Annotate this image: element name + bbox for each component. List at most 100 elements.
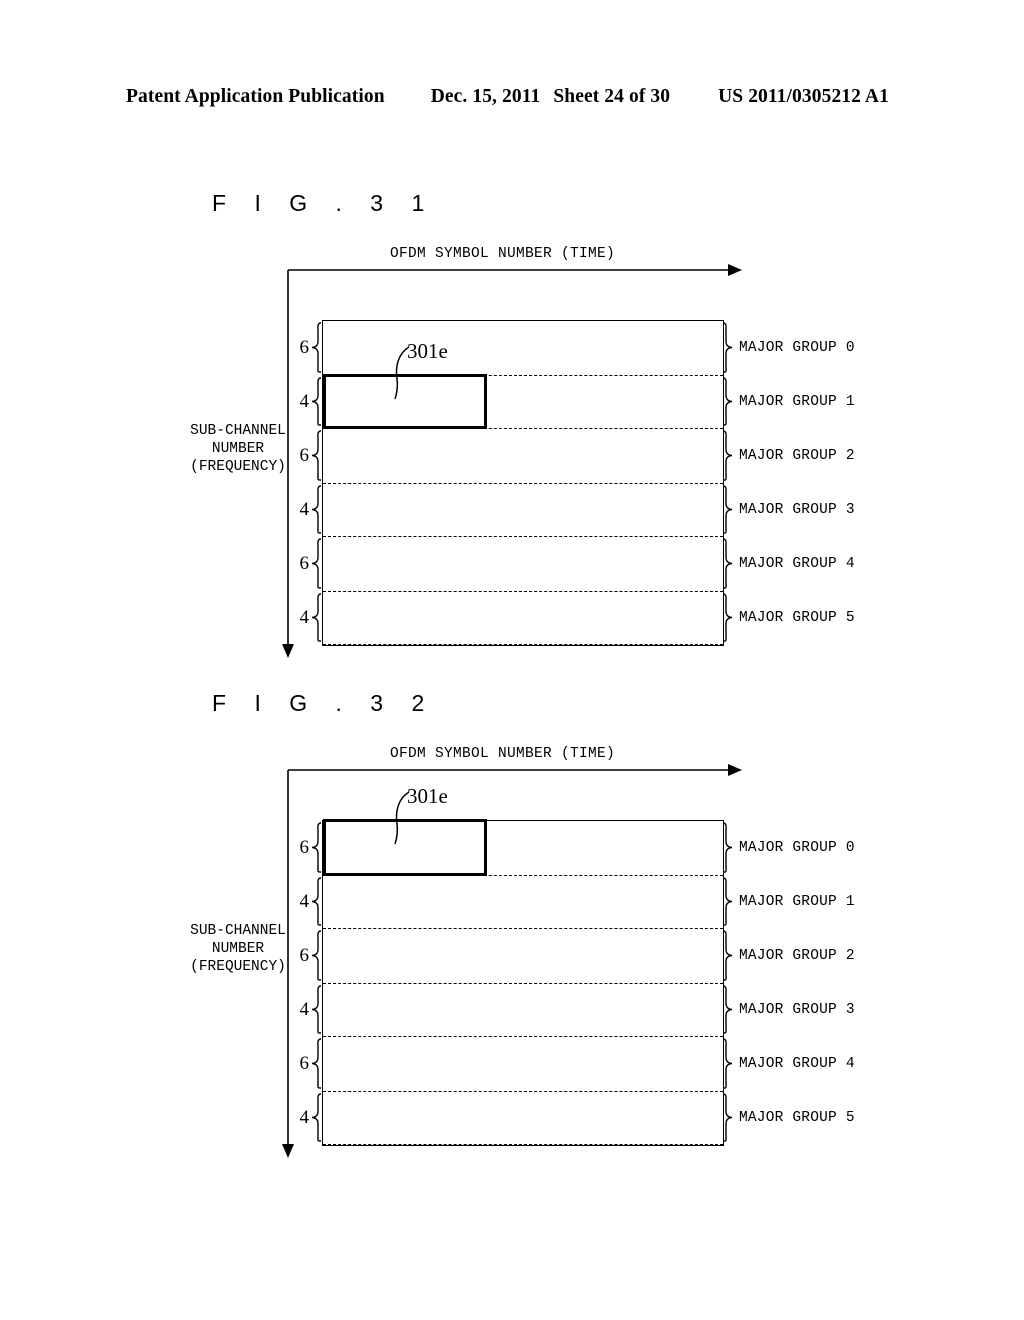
brace-left-icon bbox=[311, 322, 322, 373]
major-group-marker-0: MAJOR GROUP 0 bbox=[722, 320, 952, 375]
subchannel-count-4: 6 bbox=[278, 1036, 322, 1091]
subchannel-count-value: 6 bbox=[299, 444, 310, 466]
subchannel-count-2: 6 bbox=[278, 428, 322, 483]
brace-right-icon bbox=[722, 930, 733, 981]
major-group-marker-2: MAJOR GROUP 2 bbox=[722, 928, 952, 983]
brace-left-icon bbox=[311, 430, 322, 481]
brace-right-icon bbox=[722, 877, 733, 926]
publication-header: Patent Application Publication Dec. 15, … bbox=[126, 86, 906, 108]
grid-row-major-group-1 bbox=[323, 876, 723, 929]
subchannel-count-value: 6 bbox=[299, 944, 310, 966]
brace-left-icon bbox=[311, 930, 322, 981]
subchannel-count-0: 6 bbox=[278, 820, 322, 875]
y-axis-line-1: SUB-CHANNEL bbox=[190, 423, 286, 439]
figure-31-grid bbox=[322, 320, 724, 646]
major-group-label-1: MAJOR GROUP 1 bbox=[739, 893, 855, 910]
subchannel-count-0: 6 bbox=[278, 320, 322, 375]
publication-date: Dec. 15, 2011 bbox=[430, 86, 541, 107]
major-group-label-4: MAJOR GROUP 4 bbox=[739, 1055, 855, 1072]
callout-leader-line bbox=[394, 346, 410, 400]
brace-right-icon bbox=[722, 822, 733, 873]
subchannel-count-value: 6 bbox=[299, 836, 310, 858]
major-group-label-0: MAJOR GROUP 0 bbox=[739, 339, 855, 356]
subchannel-count-value: 4 bbox=[299, 498, 310, 520]
brace-right-icon bbox=[722, 322, 733, 373]
y-axis-line-2: NUMBER bbox=[211, 941, 265, 957]
major-group-label-2: MAJOR GROUP 2 bbox=[739, 947, 855, 964]
brace-right-icon bbox=[722, 1038, 733, 1089]
subchannel-count-value: 4 bbox=[299, 390, 310, 412]
subchannel-count-1: 4 bbox=[278, 875, 322, 928]
figure-31-grid-wrap: 6 4 6 4 6 4 MAJOR GROUP 0 MAJOR GROUP 1 MAJOR G… bbox=[300, 320, 855, 646]
figure-31-y-axis-label: SUB-CHANNEL NUMBER (FREQUENCY) bbox=[186, 422, 290, 476]
brace-right-icon bbox=[722, 593, 733, 642]
brace-right-icon bbox=[722, 538, 733, 589]
major-group-marker-4: MAJOR GROUP 4 bbox=[722, 1036, 952, 1091]
major-group-label-5: MAJOR GROUP 5 bbox=[739, 609, 855, 626]
major-group-label-3: MAJOR GROUP 3 bbox=[739, 501, 855, 518]
major-group-marker-2: MAJOR GROUP 2 bbox=[722, 428, 952, 483]
major-group-marker-3: MAJOR GROUP 3 bbox=[722, 483, 952, 536]
subchannel-count-4: 6 bbox=[278, 536, 322, 591]
figure-32-title: F I G . 3 2 bbox=[212, 690, 436, 716]
brace-left-icon bbox=[311, 822, 322, 873]
brace-left-icon bbox=[311, 593, 322, 642]
major-group-marker-1: MAJOR GROUP 1 bbox=[722, 875, 952, 928]
major-group-label-5: MAJOR GROUP 5 bbox=[739, 1109, 855, 1126]
grid-row-major-group-3 bbox=[323, 484, 723, 537]
brace-left-icon bbox=[311, 1093, 322, 1142]
grid-row-major-group-5 bbox=[323, 592, 723, 645]
subchannel-count-2: 6 bbox=[278, 928, 322, 983]
y-axis-line-3: (FREQUENCY) bbox=[190, 459, 286, 475]
major-group-label-0: MAJOR GROUP 0 bbox=[739, 839, 855, 856]
major-group-marker-0: MAJOR GROUP 0 bbox=[722, 820, 952, 875]
brace-left-icon bbox=[311, 377, 322, 426]
grid-row-major-group-2 bbox=[323, 929, 723, 984]
figure-31-title: F I G . 3 1 bbox=[212, 190, 436, 216]
subchannel-count-value: 4 bbox=[299, 890, 310, 912]
major-group-label-1: MAJOR GROUP 1 bbox=[739, 393, 855, 410]
subchannel-count-3: 4 bbox=[278, 483, 322, 536]
grid-row-major-group-3 bbox=[323, 984, 723, 1037]
figure-32-y-axis-label: SUB-CHANNEL NUMBER (FREQUENCY) bbox=[186, 922, 290, 976]
grid-row-major-group-0 bbox=[323, 321, 723, 376]
major-group-label-2: MAJOR GROUP 2 bbox=[739, 447, 855, 464]
subchannel-count-3: 4 bbox=[278, 983, 322, 1036]
grid-row-major-group-4 bbox=[323, 537, 723, 592]
major-group-marker-4: MAJOR GROUP 4 bbox=[722, 536, 952, 591]
major-group-label-4: MAJOR GROUP 4 bbox=[739, 555, 855, 572]
brace-right-icon bbox=[722, 377, 733, 426]
y-axis-line-3: (FREQUENCY) bbox=[190, 959, 286, 975]
brace-left-icon bbox=[311, 877, 322, 926]
subchannel-count-value: 4 bbox=[299, 606, 310, 628]
grid-row-major-group-4 bbox=[323, 1037, 723, 1092]
figure-32-grid-wrap: 6 4 6 4 6 4 MAJOR GROUP 0 MAJOR GROUP 1 MAJOR G… bbox=[300, 784, 855, 1146]
brace-right-icon bbox=[722, 985, 733, 1034]
brace-left-icon bbox=[311, 985, 322, 1034]
brace-left-icon bbox=[311, 538, 322, 589]
grid-row-major-group-5 bbox=[323, 1092, 723, 1145]
brace-left-icon bbox=[311, 1038, 322, 1089]
subchannel-count-1: 4 bbox=[278, 375, 322, 428]
major-group-marker-3: MAJOR GROUP 3 bbox=[722, 983, 952, 1036]
brace-right-icon bbox=[722, 485, 733, 534]
publication-type: Patent Application Publication bbox=[126, 86, 385, 107]
figure-32-grid bbox=[322, 819, 724, 1146]
brace-right-icon bbox=[722, 1093, 733, 1142]
subchannel-count-value: 6 bbox=[299, 552, 310, 574]
grid-row-major-group-2 bbox=[323, 429, 723, 484]
publication-number: US 2011/0305212 A1 bbox=[718, 86, 889, 107]
subchannel-count-value: 4 bbox=[299, 998, 310, 1020]
major-group-marker-5: MAJOR GROUP 5 bbox=[722, 1091, 952, 1144]
major-group-marker-5: MAJOR GROUP 5 bbox=[722, 591, 952, 644]
subchannel-count-value: 6 bbox=[299, 1052, 310, 1074]
major-group-marker-1: MAJOR GROUP 1 bbox=[722, 375, 952, 428]
brace-right-icon bbox=[722, 430, 733, 481]
callout-leader-line bbox=[394, 791, 410, 845]
sheet-number: Sheet 24 of 30 bbox=[553, 86, 671, 107]
y-axis-line-1: SUB-CHANNEL bbox=[190, 923, 286, 939]
figure-32-x-axis-label: OFDM SYMBOL NUMBER (TIME) bbox=[390, 746, 616, 762]
subchannel-count-5: 4 bbox=[278, 591, 322, 644]
y-axis-line-2: NUMBER bbox=[211, 441, 265, 457]
major-group-label-3: MAJOR GROUP 3 bbox=[739, 1001, 855, 1018]
